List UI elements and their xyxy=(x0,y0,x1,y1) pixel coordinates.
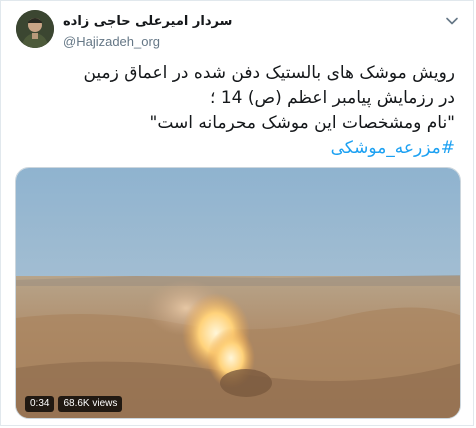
tweet-line: در رزمایش پیامبر اعظم (ص) 14 ؛ xyxy=(210,88,455,108)
video-player[interactable]: 0:34 68.6K views xyxy=(15,167,461,419)
tweet-line: رویش موشک های بالستیک دفن شده در اعماق ز… xyxy=(83,63,455,83)
tweet-line: "نام ومشخصات این موشک محرمانه است" xyxy=(149,113,455,133)
video-duration: 0:34 xyxy=(25,396,55,412)
user-handle[interactable]: @Hajizadeh_org xyxy=(63,33,363,51)
hashtag-link[interactable]: #مزرعه_موشکی xyxy=(25,136,455,161)
tweet-text: رویش موشک های بالستیک دفن شده در اعماق ز… xyxy=(25,61,455,161)
tweet-card: سردار امیرعلی حاجی زاده @Hajizadeh_org ر… xyxy=(0,0,474,426)
video-views: 68.6K views xyxy=(58,396,123,412)
user-info: سردار امیرعلی حاجی زاده @Hajizadeh_org xyxy=(63,10,363,51)
display-name[interactable]: سردار امیرعلی حاجی زاده xyxy=(63,13,232,31)
avatar[interactable] xyxy=(16,10,54,48)
video-meta: 0:34 68.6K views xyxy=(25,396,123,412)
avatar-photo xyxy=(16,10,54,48)
chevron-down-icon[interactable] xyxy=(445,13,459,27)
video-frame xyxy=(16,168,460,418)
